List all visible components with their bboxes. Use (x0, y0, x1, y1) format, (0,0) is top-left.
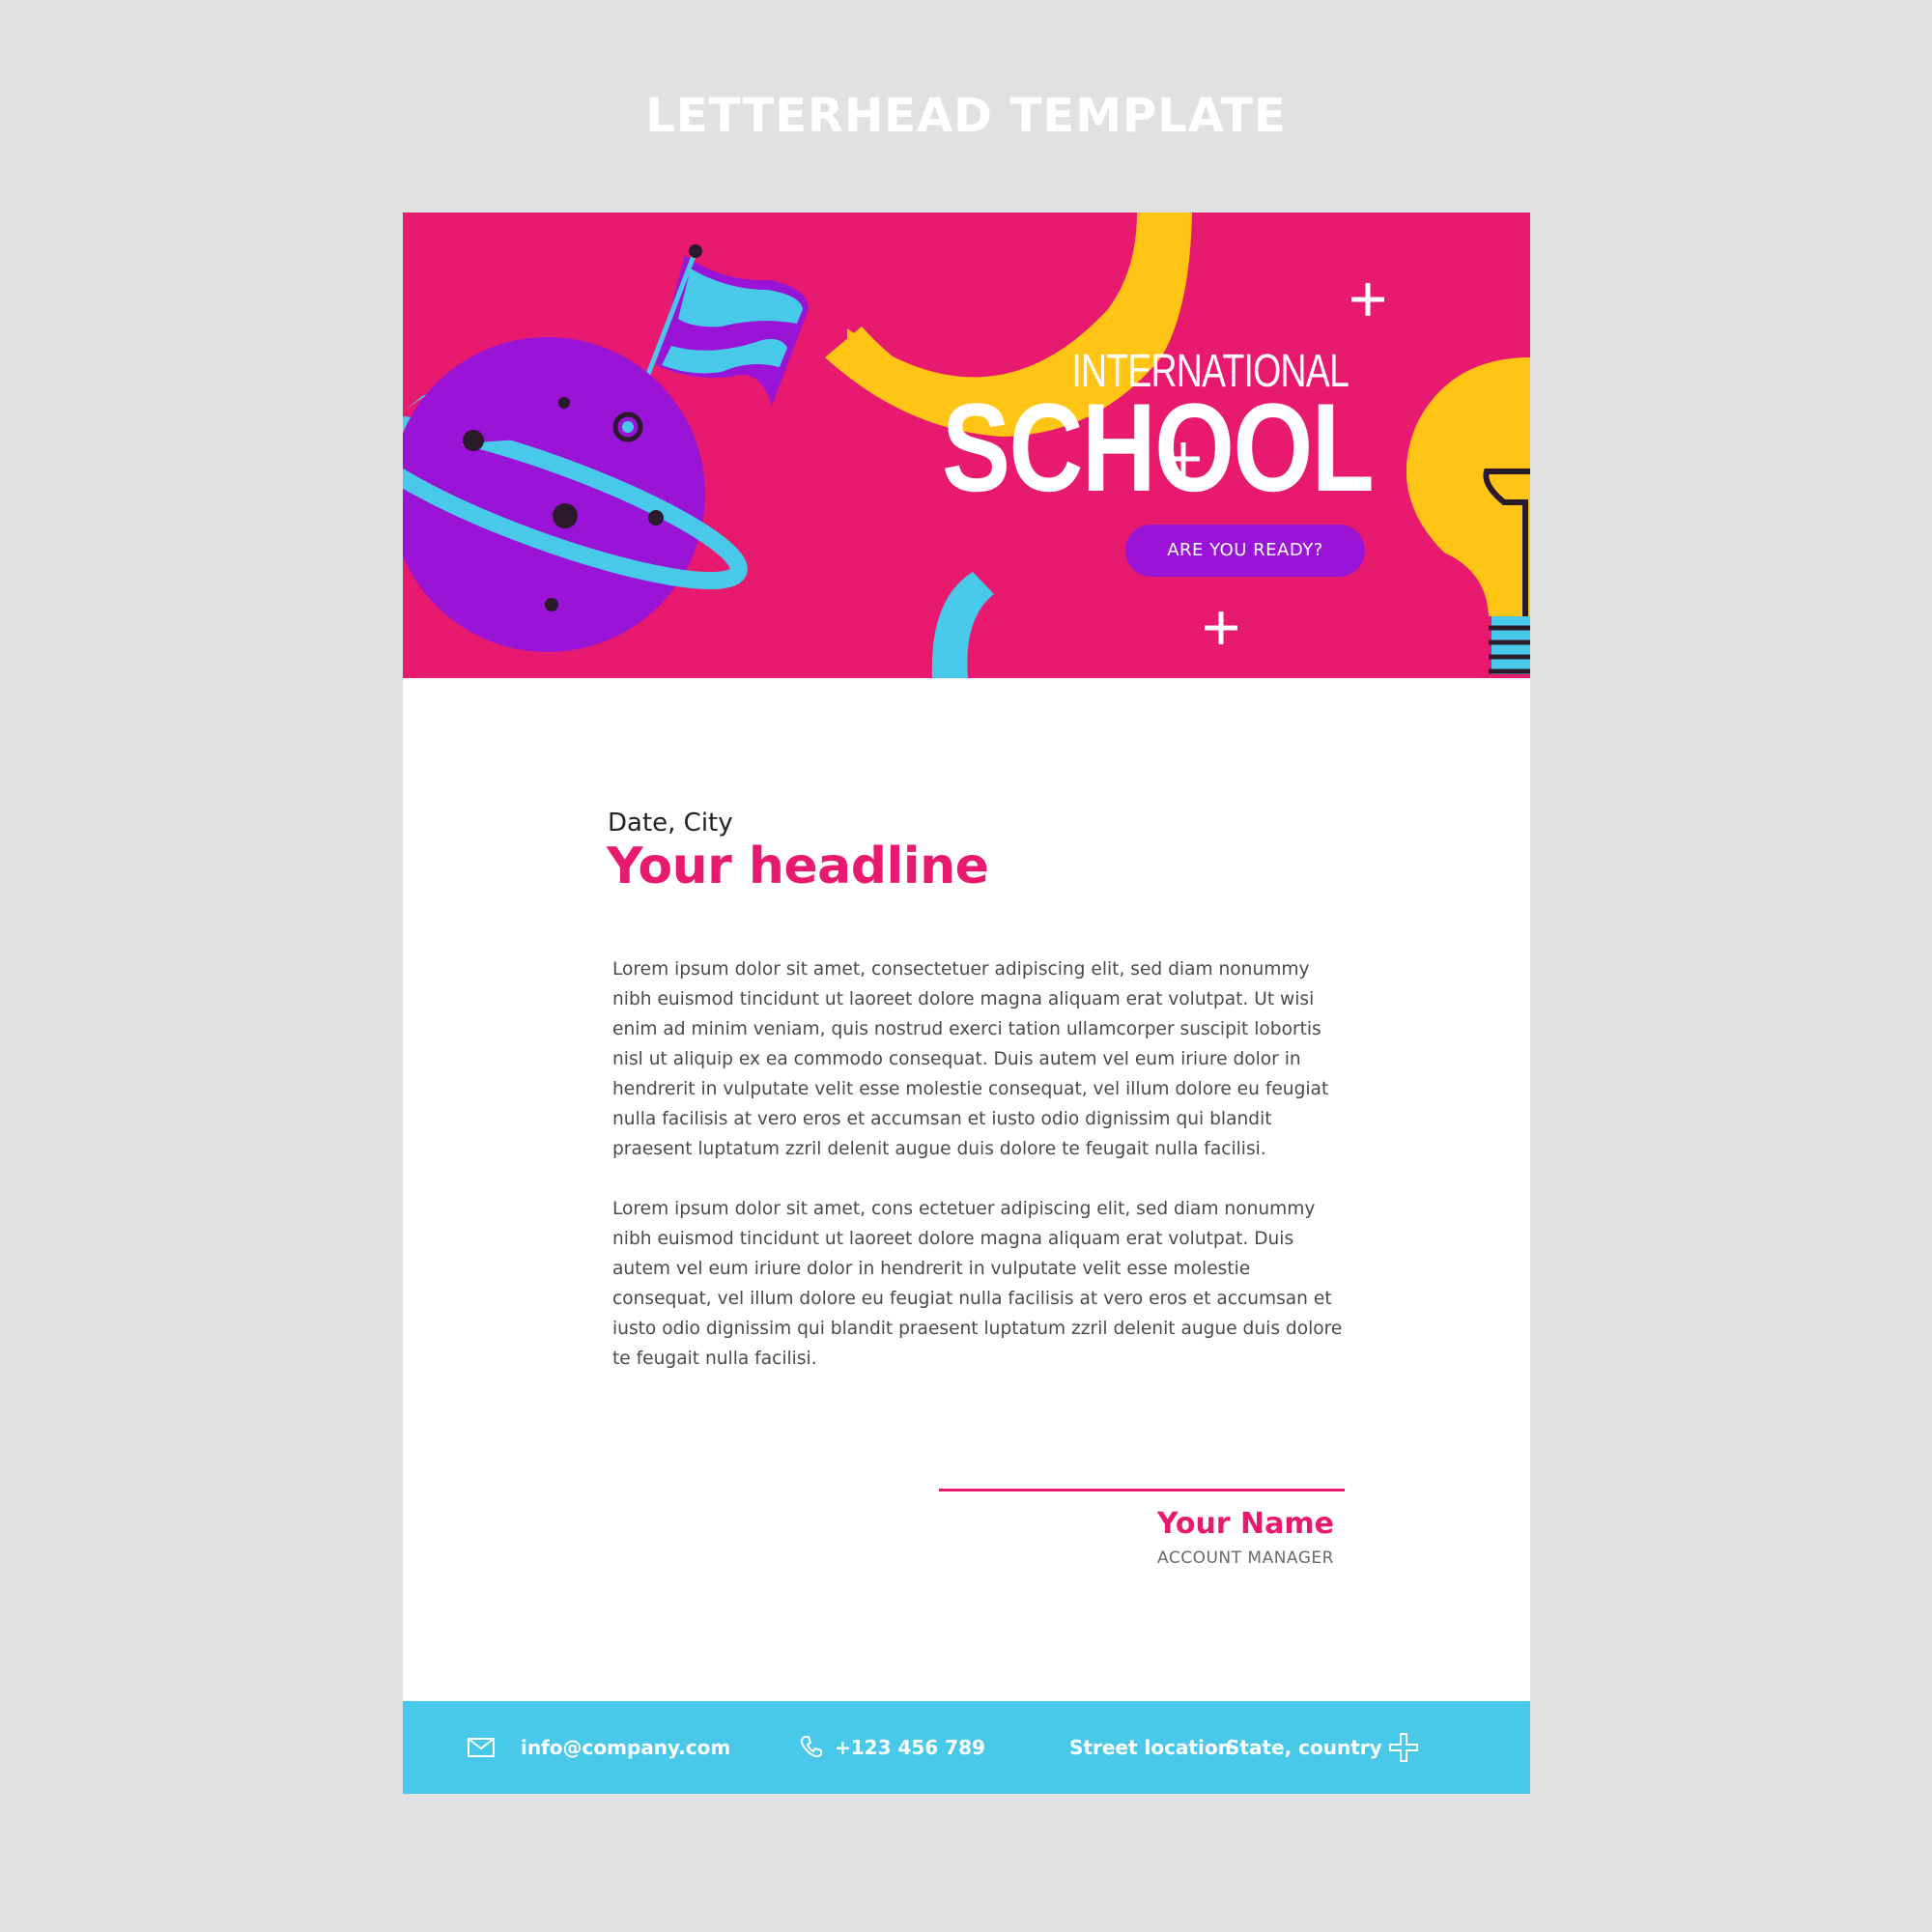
page-heading: LETTERHEAD TEMPLATE (645, 89, 1287, 143)
date-city: Date, City (608, 809, 733, 838)
body-paragraph-1: Lorem ipsum dolor sit amet, consectetuer… (612, 959, 1329, 1159)
footer-state-country: State, country (1226, 1736, 1382, 1759)
light-bulb-icon (1406, 357, 1530, 674)
signature-line (939, 1489, 1345, 1492)
plus-icon (1389, 1733, 1418, 1762)
plus-icon-2 (1351, 283, 1384, 316)
footer-phone[interactable]: +123 456 789 (835, 1701, 985, 1794)
flag-shape (656, 255, 809, 406)
letter-headline: Your headline (607, 838, 989, 895)
signature-name: Your Name (1156, 1507, 1334, 1541)
mail-icon (468, 1738, 495, 1757)
plus-icon-3 (1205, 611, 1237, 644)
header-banner: INTERNATIONAL SCHOOL ARE YOU READY? (403, 213, 1530, 678)
brand-title: SCHOOL (941, 377, 1375, 518)
footer-email[interactable]: info@company.com (521, 1701, 730, 1794)
letter-body: Lorem ipsum dolor sit amet, consectetuer… (612, 954, 1347, 1404)
cyan-arc-shape (931, 572, 994, 678)
contact-footer: info@company.com +123 456 789 Street loc… (403, 1701, 1530, 1794)
signature-title: ACCOUNT MANAGER (1157, 1548, 1334, 1568)
footer-street: Street location (1069, 1736, 1232, 1759)
are-you-ready-button[interactable]: ARE YOU READY? (1125, 525, 1365, 577)
letterhead-sheet: INTERNATIONAL SCHOOL ARE YOU READY? Date… (403, 213, 1530, 1794)
body-paragraph-2: Lorem ipsum dolor sit amet, cons ectetue… (612, 1199, 1343, 1369)
phone-icon (800, 1736, 822, 1758)
